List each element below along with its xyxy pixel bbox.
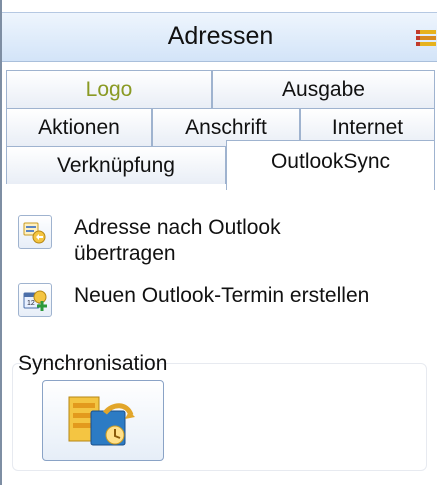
addresses-panel: Adressen Logo Ausgabe Aktionen Anschrift…	[0, 0, 437, 485]
tab-logo-label: Logo	[85, 78, 133, 101]
menu-icon[interactable]	[416, 27, 437, 49]
tab-aktionen-label: Aktionen	[38, 116, 120, 139]
new-appointment-action[interactable]: 12 Neuen Outlook-Termin erstellen	[18, 283, 374, 317]
address-to-outlook-action[interactable]: Adresse nach Outlook übertragen	[18, 215, 374, 267]
title-bar: Adressen	[2, 12, 437, 62]
address-to-outlook-button[interactable]	[18, 215, 52, 249]
sync-label: Synchronisation	[18, 352, 168, 375]
tab-logo[interactable]: Logo	[6, 70, 212, 108]
tab-verknuepfung-label: Verknüpfung	[57, 154, 175, 177]
new-appointment-label: Neuen Outlook-Termin erstellen	[74, 284, 370, 307]
new-appointment-icon: 12	[23, 290, 47, 311]
tab-aktionen[interactable]: Aktionen	[6, 108, 152, 146]
tab-ausgabe[interactable]: Ausgabe	[212, 70, 435, 108]
tab-ausgabe-label: Ausgabe	[282, 78, 365, 101]
tab-internet-label: Internet	[331, 116, 404, 139]
svg-text:12: 12	[27, 300, 35, 307]
new-appointment-button[interactable]: 12	[18, 283, 52, 317]
outlooksync-content: Adresse nach Outlook übertragen 12 Neuen…	[2, 193, 437, 485]
outlook-sync-icon	[68, 396, 135, 445]
address-to-outlook-label: Adresse nach Outlook übertragen	[74, 216, 281, 265]
tab-verknuepfung[interactable]: Verknüpfung	[6, 146, 226, 184]
tab-anschrift-label: Anschrift	[185, 116, 267, 139]
address-to-outlook-icon	[23, 222, 46, 244]
tab-outlooksync-label: OutlookSync	[270, 150, 391, 173]
tab-outlooksync[interactable]: OutlookSync	[226, 140, 435, 190]
outlook-sync-button[interactable]	[42, 380, 164, 461]
panel-title: Adressen	[167, 22, 274, 50]
